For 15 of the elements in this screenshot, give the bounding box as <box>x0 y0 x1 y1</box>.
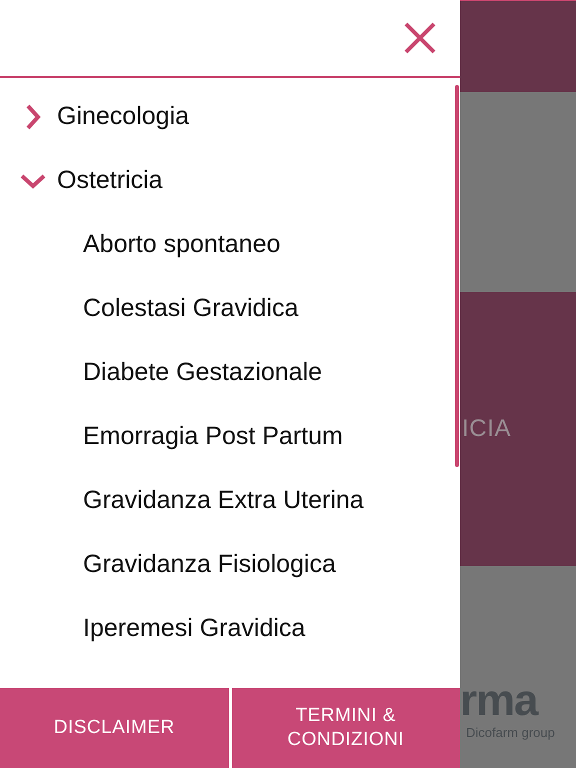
category-item[interactable]: Ostetricia <box>0 149 460 213</box>
banner-text: ICIA <box>462 414 512 444</box>
subcategory-item[interactable]: Colestasi Gravidica <box>0 277 460 341</box>
subcategory-item[interactable]: Emorragia Post Partum <box>0 405 460 469</box>
category-item[interactable]: Ginecologia <box>0 85 460 149</box>
footer-button[interactable]: DISCLAIMER <box>0 688 228 768</box>
subcategory-item[interactable]: Gravidanza Fisiologica <box>0 533 460 597</box>
footer-button[interactable]: TERMINI & CONDIZIONI <box>232 688 460 768</box>
subcategory-item[interactable]: Iperemesi Gravidica <box>0 597 460 661</box>
subcategory-item[interactable]: Gravidanza Extra Uterina <box>0 469 460 533</box>
chevron-down-icon <box>20 173 46 189</box>
close-icon <box>404 22 436 54</box>
subcategory-item[interactable]: Aborto spontaneo <box>0 213 460 277</box>
subcategory-item[interactable]: Diabete Gestazionale <box>0 341 460 405</box>
chevron-right-icon <box>24 104 40 130</box>
